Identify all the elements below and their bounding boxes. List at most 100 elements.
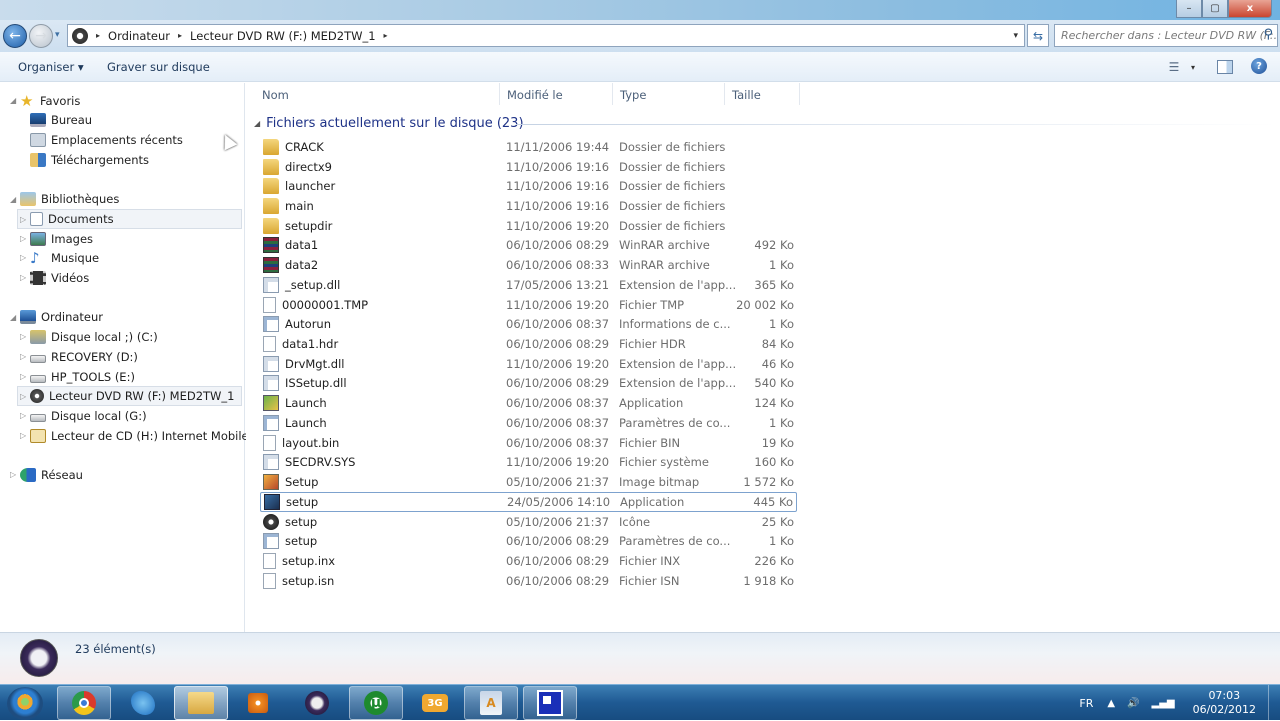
show-hidden-icons-button[interactable]: ▲ xyxy=(1107,698,1115,709)
file-row[interactable]: data2 06/10/2006 08:33 WinRAR archive 1 Ko xyxy=(260,255,797,275)
taskbar-chrome-button[interactable] xyxy=(57,686,111,720)
breadcrumb-separator[interactable]: ▸ xyxy=(96,31,100,40)
sidebar-computer[interactable]: Ordinateur xyxy=(20,307,103,327)
sidebar-item-documents[interactable]: ▷ Documents xyxy=(17,209,242,229)
taskbar-media-player-button[interactable] xyxy=(231,686,285,720)
expand-arrow-icon[interactable]: ▷ xyxy=(20,253,30,262)
expand-arrow-icon[interactable]: ▷ xyxy=(20,273,30,282)
breadcrumb-computer[interactable]: Ordinateur xyxy=(108,29,170,43)
column-divider[interactable] xyxy=(724,83,725,105)
address-history-dropdown[interactable]: ▾ xyxy=(1013,31,1018,41)
taskbar-internet-explorer-button[interactable] xyxy=(116,686,170,720)
sidebar-libraries[interactable]: Bibliothèques xyxy=(20,189,119,209)
start-button[interactable] xyxy=(7,687,43,720)
file-row[interactable]: Launch 06/10/2006 08:37 Application 124 Ko xyxy=(260,393,797,413)
title-bar[interactable]: – ▢ x xyxy=(0,0,1280,20)
sidebar-item-drive-g[interactable]: ▷ Disque local (G:) xyxy=(18,406,147,426)
column-divider[interactable] xyxy=(799,83,800,105)
sidebar-item-music[interactable]: ▷ ♪ Musique xyxy=(18,248,99,268)
file-row[interactable]: setup 05/10/2006 21:37 Icône 25 Ko xyxy=(260,512,797,532)
file-row[interactable]: setupdir 11/10/2006 19:20 Dossier de fichi… xyxy=(260,216,797,236)
sidebar-favorites[interactable]: ★ Favoris xyxy=(20,91,80,111)
recent-pages-dropdown[interactable]: ▾ xyxy=(55,30,60,40)
file-row[interactable]: data1.hdr 06/10/2006 08:29 Fichier HDR 84 K… xyxy=(260,334,797,354)
file-row[interactable]: ISSetup.dll 06/10/2006 08:29 Extension de … xyxy=(260,374,797,394)
expand-arrow-icon[interactable]: ▷ xyxy=(20,431,30,440)
burn-to-disc-button[interactable]: Graver sur disque xyxy=(107,60,210,74)
file-row[interactable]: Autorun 06/10/2006 08:37 Informations de c… xyxy=(260,314,797,334)
file-row[interactable]: DrvMgt.dll 11/10/2006 19:20 Extension de l… xyxy=(260,354,797,374)
file-row[interactable]: SECDRV.SYS 11/10/2006 19:20 Fichier systèm… xyxy=(260,453,797,473)
collapse-arrow-icon[interactable]: ◢ xyxy=(10,313,20,322)
file-row[interactable]: Setup 05/10/2006 21:37 Image bitmap 1 572 K… xyxy=(260,472,797,492)
taskbar-windows-explorer-button[interactable] xyxy=(174,686,228,720)
back-button[interactable]: ← xyxy=(3,24,27,48)
expand-arrow-icon[interactable]: ▷ xyxy=(20,392,30,401)
expand-arrow-icon[interactable]: ▷ xyxy=(20,411,30,420)
search-input[interactable]: Rechercher dans : Lecteur DVD RW (F:... … xyxy=(1054,24,1278,47)
file-row[interactable]: launcher 11/10/2006 19:16 Dossier de fichi… xyxy=(260,176,797,196)
sidebar-item-recent-places[interactable]: Emplacements récents xyxy=(30,130,183,150)
breadcrumb-separator[interactable]: ▸ xyxy=(178,31,182,40)
expand-arrow-icon[interactable]: ▷ xyxy=(20,215,30,224)
column-header-type[interactable]: Type xyxy=(620,88,646,102)
file-row[interactable]: setup 24/05/2006 14:10 Application 445 Ko xyxy=(260,491,797,512)
file-row[interactable]: layout.bin 06/10/2006 08:37 Fichier BIN 19 … xyxy=(260,433,797,453)
file-row[interactable]: _setup.dll 17/05/2006 13:21 Extension de l… xyxy=(260,275,797,295)
forward-button[interactable]: → xyxy=(29,24,53,48)
collapse-arrow-icon[interactable]: ◢ xyxy=(254,119,260,128)
sidebar-item-videos[interactable]: ▷ Vidéos xyxy=(18,268,89,288)
file-row[interactable]: Launch 06/10/2006 08:37 Paramètres de co..… xyxy=(260,413,797,433)
group-header[interactable]: ◢ Fichiers actuellement sur le disque (2… xyxy=(254,116,524,131)
file-row[interactable]: directx9 11/10/2006 19:16 Dossier de fichi… xyxy=(260,157,797,177)
column-divider[interactable] xyxy=(499,83,500,105)
sidebar-item-drive-h[interactable]: ▷ Lecteur de CD (H:) Internet Mobile xyxy=(18,426,249,446)
taskbar-blue-app-button[interactable] xyxy=(523,686,577,720)
search-icon[interactable]: ⚲ xyxy=(1263,27,1273,42)
breadcrumb-separator[interactable]: ▸ xyxy=(384,31,388,40)
breadcrumb-dvd-drive[interactable]: Lecteur DVD RW (F:) MED2TW_1 xyxy=(190,29,376,43)
column-header-name[interactable]: Nom xyxy=(262,88,289,102)
language-indicator[interactable]: FR xyxy=(1079,697,1093,710)
expand-arrow-icon[interactable]: ▷ xyxy=(20,352,30,361)
collapse-arrow-icon[interactable]: ◢ xyxy=(10,96,20,105)
taskbar-font-viewer-button[interactable]: A xyxy=(464,686,518,720)
expand-arrow-icon[interactable]: ▷ xyxy=(10,470,20,479)
address-bar[interactable]: ▸ Ordinateur ▸ Lecteur DVD RW (F:) MED2T… xyxy=(67,24,1025,47)
sidebar-item-drive-e[interactable]: ▷ HP_TOOLS (E:) xyxy=(18,367,135,387)
collapse-arrow-icon[interactable]: ◢ xyxy=(10,195,20,204)
column-header-modified[interactable]: Modifié le xyxy=(507,88,563,102)
expand-arrow-icon[interactable]: ▷ xyxy=(20,234,30,243)
sidebar-item-desktop[interactable]: Bureau xyxy=(30,110,92,130)
file-row[interactable]: data1 06/10/2006 08:29 WinRAR archive 492 K… xyxy=(260,236,797,256)
sidebar-item-drive-d[interactable]: ▷ RECOVERY (D:) xyxy=(18,347,138,367)
file-row[interactable]: CRACK 11/11/2006 19:44 Dossier de fichiers xyxy=(260,137,797,157)
column-divider[interactable] xyxy=(612,83,613,105)
preview-pane-icon[interactable] xyxy=(1217,60,1233,74)
close-button[interactable]: x xyxy=(1228,0,1272,18)
taskbar-utorrent-button[interactable]: µ xyxy=(349,686,403,720)
file-row[interactable]: setup.isn 06/10/2006 08:29 Fichier ISN 1 91… xyxy=(260,571,797,591)
signal-strength-icon[interactable]: ▂▄▆ xyxy=(1152,698,1175,709)
volume-icon[interactable]: 🔊 xyxy=(1127,698,1139,709)
refresh-button[interactable]: ⇆ xyxy=(1027,24,1049,47)
view-options-dropdown[interactable]: ▾ xyxy=(1187,58,1199,76)
maximize-button[interactable]: ▢ xyxy=(1202,0,1228,18)
expand-arrow-icon[interactable]: ▷ xyxy=(20,372,30,381)
taskbar-3g-connect-button[interactable]: 3G xyxy=(408,686,462,720)
file-row[interactable]: main 11/10/2006 19:16 Dossier de fichiers xyxy=(260,196,797,216)
organize-menu-button[interactable]: Organiser ▾ xyxy=(18,60,84,74)
file-row[interactable]: 00000001.TMP 11/10/2006 19:20 Fichier TMP 2… xyxy=(260,295,797,315)
expand-arrow-icon[interactable]: ▷ xyxy=(20,332,30,341)
file-row[interactable]: setup.inx 06/10/2006 08:29 Fichier INX 226 … xyxy=(260,551,797,571)
help-icon[interactable]: ? xyxy=(1251,58,1267,74)
taskbar-screen-capture-button[interactable] xyxy=(290,686,344,720)
sidebar-network[interactable]: Réseau xyxy=(20,465,83,485)
sidebar-item-images[interactable]: ▷ Images xyxy=(18,229,93,249)
show-desktop-button[interactable] xyxy=(1268,685,1280,721)
sidebar-item-downloads[interactable]: Téléchargements xyxy=(30,150,149,170)
file-row[interactable]: setup 06/10/2006 08:29 Paramètres de co...… xyxy=(260,531,797,551)
minimize-button[interactable]: – xyxy=(1176,0,1202,18)
sidebar-item-drive-c[interactable]: ▷ Disque local ;) (C:) xyxy=(18,327,158,347)
column-header-size[interactable]: Taille xyxy=(732,88,761,102)
